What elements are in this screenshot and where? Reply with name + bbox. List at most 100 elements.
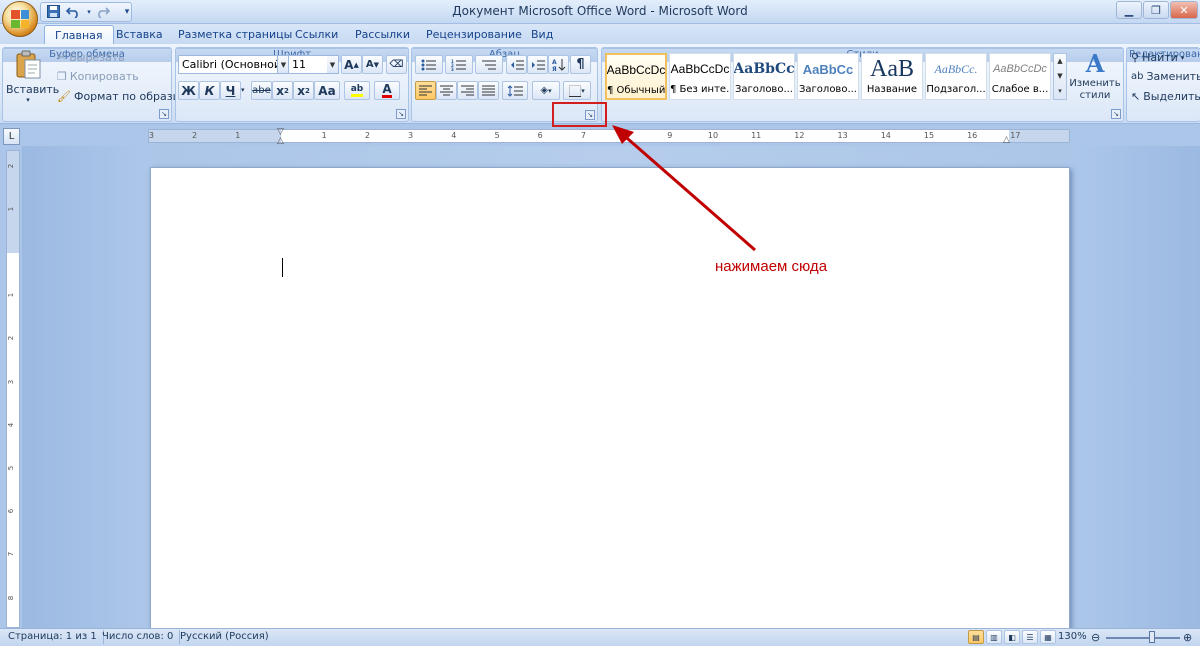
tab-page-layout[interactable]: Разметка страницы (168, 25, 302, 44)
ruler-number: 6 (537, 131, 543, 140)
left-indent-icon[interactable]: △ (277, 136, 284, 146)
font-size-dropdown-icon[interactable]: ▼ (327, 55, 339, 74)
increase-indent-button[interactable] (527, 55, 548, 74)
multilevel-list-button[interactable] (475, 55, 503, 74)
restore-button[interactable]: ❐ (1143, 1, 1169, 19)
tab-references[interactable]: Ссылки (285, 25, 348, 44)
zoom-in-icon[interactable]: ⊕ (1183, 631, 1192, 644)
vruler-number: 1 (7, 292, 16, 298)
ruler-number: 7 (580, 131, 586, 140)
font-size-combo[interactable]: 11 (288, 55, 328, 74)
style-heading-1[interactable]: AaBbCc Заголово... (733, 53, 795, 100)
shrink-font-button[interactable]: A ▼ (362, 55, 383, 74)
ruler-number: 1 (235, 131, 241, 140)
replace-button[interactable]: ab Заменить (1131, 70, 1200, 83)
tab-selector-icon[interactable]: L (3, 128, 20, 145)
vertical-ruler[interactable]: 2 1 1 2 3 4 5 6 7 8 (6, 150, 20, 628)
bullets-button[interactable] (415, 55, 443, 74)
zoom-slider-thumb[interactable] (1149, 631, 1155, 643)
styles-gallery-scroll[interactable]: ▲ ▼ ▾ (1053, 53, 1067, 100)
underline-button[interactable]: Ч (220, 81, 241, 100)
cut-button[interactable]: ✂ Вырезать (57, 51, 125, 64)
change-case-button[interactable]: Aa (314, 81, 340, 100)
vruler-number: 2 (7, 163, 16, 168)
borders-button[interactable]: ▾ (563, 81, 591, 100)
scissors-icon: ✂ (57, 51, 67, 64)
zoom-level[interactable]: 130% (1052, 630, 1093, 644)
align-right-button[interactable] (457, 81, 478, 100)
line-spacing-icon (507, 84, 523, 97)
superscript-button[interactable]: x2 (293, 81, 314, 100)
tab-review[interactable]: Рецензирование (416, 25, 532, 44)
underline-dropdown-icon[interactable]: ▾ (241, 86, 245, 94)
font-color-button[interactable]: A (374, 81, 400, 100)
style-preview: AaBbCcDc (670, 62, 730, 76)
find-button[interactable]: ⚲ Найти ▾ (1131, 51, 1184, 64)
scroll-up-icon[interactable]: ▲ (1054, 54, 1066, 69)
web-layout-view-icon[interactable]: ◧ (1004, 630, 1020, 644)
highlight-button[interactable]: ab (344, 81, 370, 100)
right-indent-icon[interactable]: △ (1003, 135, 1010, 145)
subscript-icon: x (276, 83, 284, 98)
svg-text:Я: Я (552, 66, 557, 72)
align-left-icon (419, 85, 432, 96)
style-title[interactable]: AaB Название (861, 53, 923, 100)
change-styles-icon: A (1085, 49, 1105, 78)
italic-button[interactable]: К (199, 81, 220, 100)
shading-button[interactable]: ◈ ▾ (532, 81, 560, 100)
font-color-icon: A (382, 82, 392, 98)
zoom-out-icon[interactable]: ⊖ (1091, 631, 1100, 644)
grow-font-button[interactable]: A ▲ (341, 55, 362, 74)
numbering-button[interactable]: 123 (445, 55, 473, 74)
sort-button[interactable]: AЯ (548, 55, 569, 74)
vruler-number: 7 (7, 552, 16, 557)
subscript-button[interactable]: x2 (272, 81, 293, 100)
scroll-down-icon[interactable]: ▼ (1054, 69, 1066, 84)
paste-button[interactable]: Вставить ▾ (6, 50, 59, 106)
clear-format-button[interactable]: ⌫ (386, 55, 407, 74)
align-right-icon (461, 85, 474, 96)
svg-text:3: 3 (451, 67, 454, 71)
bold-button[interactable]: Ж (178, 81, 199, 100)
close-button[interactable]: ✕ (1170, 1, 1198, 19)
font-launcher-icon[interactable]: ↘ (396, 109, 406, 119)
styles-launcher-icon[interactable]: ↘ (1111, 109, 1121, 119)
print-layout-view-icon[interactable]: ▤ (968, 630, 984, 644)
align-center-button[interactable] (436, 81, 457, 100)
status-word-count[interactable]: Число слов: 0 (96, 630, 181, 644)
zoom-slider-track[interactable] (1106, 637, 1180, 639)
style-no-spacing[interactable]: AaBbCcDc ¶ Без инте... (669, 53, 731, 100)
justify-button[interactable] (478, 81, 499, 100)
status-language[interactable]: Русский (Россия) (174, 630, 275, 644)
clipboard-launcher-icon[interactable]: ↘ (159, 109, 169, 119)
format-painter-button[interactable]: 🖌 Формат по образцу (57, 90, 187, 103)
strikethrough-button[interactable]: abe (251, 81, 272, 100)
style-name: Подзагол... (926, 84, 986, 95)
font-name-combo[interactable]: Calibri (Основной те (178, 55, 278, 74)
copy-button[interactable]: ❐ Копировать (57, 70, 139, 83)
status-page[interactable]: Страница: 1 из 1 (2, 630, 104, 644)
show-marks-button[interactable]: ¶ (570, 55, 591, 74)
style-subtle-emphasis[interactable]: AaBbCcDc Слабое в... (989, 53, 1051, 100)
outline-view-icon[interactable]: ☰ (1022, 630, 1038, 644)
vruler-number: 3 (7, 379, 16, 384)
change-styles-button[interactable]: A Изменить стили (1069, 50, 1121, 108)
style-name: Заголово... (799, 84, 857, 95)
style-normal[interactable]: AaBbCcDc ¶ Обычный (605, 53, 667, 100)
select-button[interactable]: ↖Выделить▾ (1131, 90, 1200, 103)
office-button[interactable] (2, 1, 38, 37)
minimize-button[interactable]: ▁ (1116, 1, 1142, 19)
tab-home[interactable]: Главная (44, 25, 114, 44)
multilevel-list-icon (482, 60, 496, 69)
line-spacing-button[interactable] (502, 81, 528, 100)
style-subtitle[interactable]: AaBbCc. Подзагол... (925, 53, 987, 100)
decrease-indent-button[interactable] (506, 55, 527, 74)
gallery-more-icon[interactable]: ▾ (1054, 84, 1066, 99)
style-heading-2[interactable]: AaBbCc Заголово... (797, 53, 859, 100)
tab-insert[interactable]: Вставка (106, 25, 173, 44)
tab-mailings[interactable]: Рассылки (345, 25, 420, 44)
superscript-icon: x (297, 83, 305, 98)
tab-view[interactable]: Вид (521, 25, 563, 44)
align-left-button[interactable] (415, 81, 436, 100)
full-screen-reading-icon[interactable]: ▥ (986, 630, 1002, 644)
